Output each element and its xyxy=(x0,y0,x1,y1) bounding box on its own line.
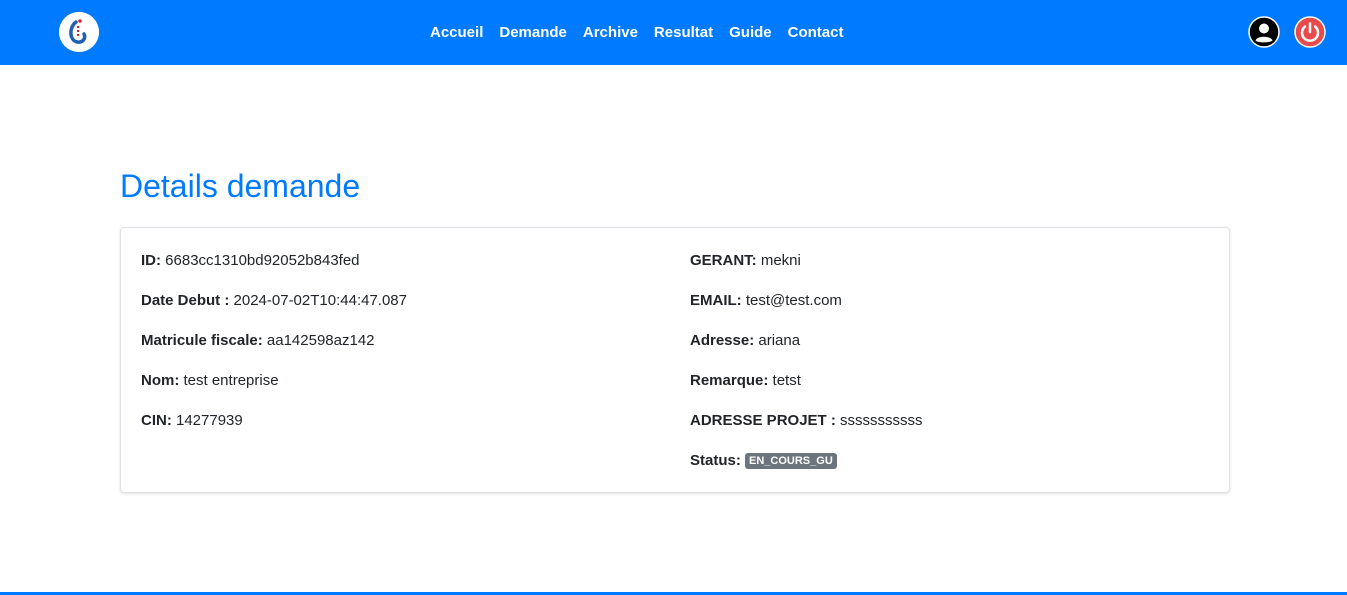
field-gerant: GERANT: mekni xyxy=(690,248,923,288)
field-label: ADRESSE PROJET : xyxy=(690,412,836,429)
field-label: ID: xyxy=(141,252,161,269)
field-label: Matricule fiscale: xyxy=(141,332,263,349)
field-nom: Nom: test entreprise xyxy=(141,368,407,408)
field-value: sssssssssss xyxy=(840,412,923,429)
field-email: EMAIL: test@test.com xyxy=(690,288,923,328)
power-icon[interactable] xyxy=(1294,16,1326,48)
field-status: Status: EN_COURS_GU xyxy=(690,448,923,488)
field-label: CIN: xyxy=(141,412,172,429)
field-value: mekni xyxy=(760,252,801,269)
nav-links: Accueil Demande Archive Resultat Guide C… xyxy=(422,0,851,65)
field-remarque: Remarque: tetst xyxy=(690,368,923,408)
top-navbar: Accueil Demande Archive Resultat Guide C… xyxy=(0,0,1347,65)
field-label: Remarque: xyxy=(690,372,769,389)
field-value: test@test.com xyxy=(745,292,842,309)
field-value: aa142598az142 xyxy=(266,332,375,349)
field-value: test entreprise xyxy=(183,372,279,389)
field-value: 14277939 xyxy=(176,412,243,429)
nav-link-demande[interactable]: Demande xyxy=(491,24,575,41)
field-adresse: Adresse: ariana xyxy=(690,328,923,368)
field-cin: CIN: 14277939 xyxy=(141,408,407,448)
field-date-debut: Date Debut : 2024-07-02T10:44:47.087 xyxy=(141,288,407,328)
field-label: Status: xyxy=(690,452,741,469)
field-adresse-projet: ADRESSE PROJET : sssssssssss xyxy=(690,408,923,448)
status-badge: EN_COURS_GU xyxy=(745,453,837,469)
details-right-column: GERANT: mekni EMAIL: test@test.com Adres… xyxy=(690,248,923,488)
details-left-column: ID: 6683cc1310bd92052b843fed Date Debut … xyxy=(141,248,407,448)
page-title: Details demande xyxy=(120,168,361,204)
field-label: Adresse: xyxy=(690,332,755,349)
field-label: GERANT: xyxy=(690,252,757,269)
nav-link-contact[interactable]: Contact xyxy=(780,24,852,41)
field-value: tetst xyxy=(772,372,801,389)
nav-link-accueil[interactable]: Accueil xyxy=(422,24,491,41)
user-circle-icon[interactable] xyxy=(1248,16,1280,48)
field-value: 6683cc1310bd92052b843fed xyxy=(165,252,360,269)
nav-link-archive[interactable]: Archive xyxy=(575,24,646,41)
field-matricule-fiscale: Matricule fiscale: aa142598az142 xyxy=(141,328,407,368)
field-label: EMAIL: xyxy=(690,292,742,309)
details-card: ID: 6683cc1310bd92052b843fed Date Debut … xyxy=(120,227,1230,493)
field-id: ID: 6683cc1310bd92052b843fed xyxy=(141,248,407,288)
logo-icon[interactable] xyxy=(59,12,99,52)
field-value: ariana xyxy=(758,332,801,349)
field-value: 2024-07-02T10:44:47.087 xyxy=(233,292,407,309)
nav-link-resultat[interactable]: Resultat xyxy=(646,24,721,41)
field-label: Nom: xyxy=(141,372,180,389)
field-label: Date Debut : xyxy=(141,292,230,309)
nav-link-guide[interactable]: Guide xyxy=(721,24,780,41)
